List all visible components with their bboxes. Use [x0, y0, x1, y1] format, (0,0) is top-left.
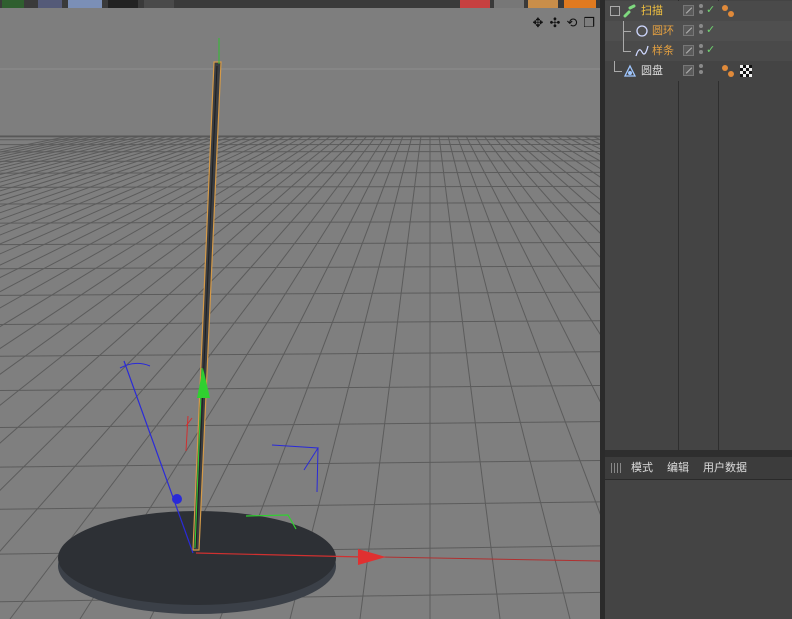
circle-icon: [636, 25, 648, 37]
grid-line: [0, 384, 600, 392]
enabled-check[interactable]: ✓: [706, 3, 715, 17]
object-name: 圆环: [652, 24, 674, 37]
grid-line: [447, 135, 571, 619]
sweep-icon: [623, 4, 636, 18]
toolbar-camera-icon[interactable]: [108, 0, 138, 8]
top-toolbar: [0, 0, 600, 8]
visibility-toggle[interactable]: [683, 5, 694, 16]
spline-icon: [635, 45, 649, 57]
viewport-scene: [0, 8, 600, 619]
grid-line: [582, 135, 600, 145]
manager-splitter[interactable]: [605, 450, 792, 457]
object-row-spline[interactable]: 样条 ✓: [605, 41, 792, 61]
toolbar-green-icon[interactable]: [2, 0, 24, 8]
object-row-circle[interactable]: 圆环 ✓: [605, 21, 792, 41]
render-dots[interactable]: [699, 64, 704, 78]
texture-tag-icon[interactable]: [740, 65, 752, 77]
move-icon[interactable]: ✥: [531, 17, 545, 31]
toolbar-cube-icon[interactable]: [38, 0, 62, 8]
toolbar-light-icon[interactable]: [144, 0, 174, 8]
toolbar-orange-arrow-icon[interactable]: [528, 0, 558, 8]
object-row-sweep[interactable]: 扫描 ✓: [605, 1, 792, 21]
phong-tag-icon[interactable]: [722, 65, 734, 77]
toolbar-grey-icon[interactable]: [494, 0, 524, 8]
visibility-toggle[interactable]: [683, 45, 694, 56]
toolbar-red-tag-icon[interactable]: [460, 0, 490, 8]
visibility-toggle[interactable]: [683, 65, 694, 76]
menu-edit[interactable]: 编辑: [667, 461, 689, 475]
menu-mode[interactable]: 模式: [631, 461, 653, 475]
grid-line: [0, 202, 600, 205]
grid-line: [0, 459, 600, 468]
maximize-icon[interactable]: ❐: [582, 17, 596, 31]
object-name: 圆盘: [641, 64, 663, 77]
pan-icon[interactable]: ✣: [548, 17, 562, 31]
render-dots[interactable]: [699, 24, 704, 38]
toolbar-orange-circle-icon[interactable]: [564, 0, 596, 8]
enabled-check[interactable]: ✓: [706, 23, 715, 37]
tag-icons: [721, 63, 755, 79]
tag-icons: [721, 3, 737, 19]
object-manager: 扫描 ✓ 圆环 ✓ 样条 ✓ 圆盘: [605, 0, 792, 450]
phong-tag-icon[interactable]: [721, 3, 737, 19]
disc-icon: [623, 64, 637, 77]
visibility-toggle[interactable]: [683, 25, 694, 36]
grid-line: [0, 351, 600, 357]
viewport-nav-controls: ✥ ✣ ⟲ ❐: [531, 17, 596, 31]
attribute-menu-bar: 模式 编辑 用户数据: [605, 457, 792, 480]
render-dots[interactable]: [699, 44, 704, 58]
enabled-check[interactable]: ✓: [706, 43, 715, 57]
grid-line: [0, 291, 600, 296]
attribute-manager: 模式 编辑 用户数据: [605, 457, 792, 619]
toolbar-layout-icon[interactable]: [68, 0, 102, 8]
rotate-icon[interactable]: ⟲: [565, 17, 579, 31]
object-name: 样条: [652, 44, 674, 57]
grid-line: [0, 501, 600, 510]
3d-viewport[interactable]: ✥ ✣ ⟲ ❐: [0, 8, 600, 619]
grid-line: [438, 135, 501, 619]
render-dots[interactable]: [699, 4, 704, 18]
grip-icon[interactable]: [611, 463, 621, 473]
grid-line: [359, 135, 422, 619]
grid-line: [0, 421, 600, 428]
object-row-disc[interactable]: 圆盘: [605, 61, 792, 81]
menu-user-data[interactable]: 用户数据: [703, 461, 747, 475]
object-name: 扫描: [641, 4, 663, 17]
grid-line: [0, 265, 600, 270]
